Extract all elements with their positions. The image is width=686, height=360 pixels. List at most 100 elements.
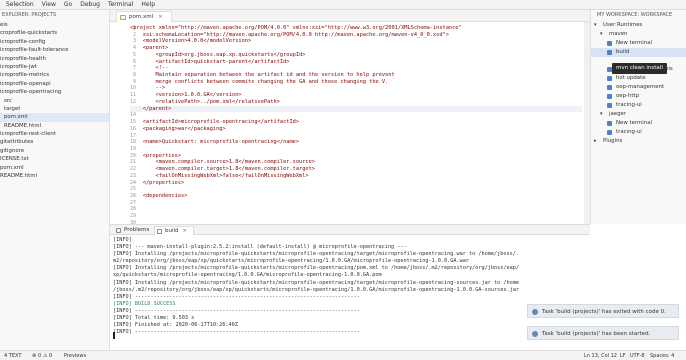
close-icon[interactable]: × — [158, 14, 163, 20]
workspace-item-label: tracing-ui — [616, 102, 642, 109]
indentation[interactable]: Spaces: 4 — [650, 353, 674, 359]
task-icon — [607, 76, 612, 82]
code-line[interactable]: <failOnMissingWebXml>false</failOnMissin… — [130, 173, 582, 180]
workspace-item[interactable]: hot update — [591, 74, 686, 83]
terminal-line: [INFO] Installing /projects/microprofile… — [113, 279, 520, 286]
notification-toast[interactable]: Task 'build (projects)' has been started… — [527, 326, 679, 340]
code-line[interactable] — [130, 112, 582, 119]
workspace-item[interactable]: New terminal — [591, 39, 686, 48]
error-icon[interactable]: ⊗ — [32, 353, 36, 359]
code-line[interactable] — [130, 213, 582, 220]
notification-toast[interactable]: Task 'build (projects)' has exited with … — [527, 304, 679, 318]
explorer-item[interactable]: icroprofile-rest-client — [0, 130, 109, 138]
explorer-item[interactable]: pom.xml — [0, 164, 109, 172]
problems-icon — [116, 228, 121, 233]
code-line[interactable] — [130, 186, 582, 193]
code-line[interactable]: --> — [130, 85, 582, 92]
explorer-item[interactable]: icroprofile-opentracing — [0, 88, 109, 96]
code-editor[interactable]: 1234567891011121314151617181920212223242… — [110, 22, 590, 224]
explorer-title: Explorer: Projects — [2, 12, 57, 18]
task-icon — [607, 85, 612, 91]
code-line[interactable]: <maven.compiler.target>1.8</maven.compil… — [130, 166, 582, 173]
workspace-item[interactable]: tracing-ui — [591, 101, 686, 110]
error-count[interactable]: 0 — [38, 353, 41, 359]
info-icon — [532, 309, 538, 315]
menu-view[interactable]: View — [42, 1, 56, 8]
close-icon[interactable]: × — [183, 228, 188, 234]
workspace-item-label: Plugins — [603, 137, 623, 144]
previews-button[interactable]: Previews — [64, 353, 86, 359]
encoding[interactable]: UTF-8 — [630, 353, 645, 359]
code-line[interactable]: <modelVersion>4.0.0</modelVersion> — [130, 38, 582, 45]
code-line[interactable]: <artifactId>microprofile-opentracing</ar… — [130, 119, 582, 126]
menu-terminal[interactable]: Terminal — [108, 1, 133, 8]
code-line[interactable] — [130, 133, 582, 140]
cursor-position[interactable]: Ln 13, Col 12 — [584, 353, 617, 359]
code-line[interactable]: merge conflicts between commits changing… — [130, 79, 582, 86]
menu-go[interactable]: Go — [64, 1, 72, 8]
explorer-item[interactable]: eis — [0, 21, 109, 29]
line-ending[interactable]: LF — [620, 353, 626, 359]
explorer-item[interactable]: README.html — [0, 172, 109, 180]
tab-problems[interactable]: Problems — [114, 226, 155, 235]
explorer-item[interactable]: gitignore — [0, 147, 109, 155]
explorer-item[interactable]: icroprofile-health — [0, 55, 109, 63]
explorer-item[interactable]: icroprofile-metrics — [0, 71, 109, 79]
status-left[interactable]: 4 TEXT — [4, 353, 21, 359]
code-line[interactable]: xsi:schemaLocation="http://maven.apache.… — [130, 32, 582, 39]
code-line[interactable]: <parent> — [130, 45, 582, 52]
menu-debug[interactable]: Debug — [80, 1, 100, 8]
explorer-item[interactable]: README.html — [0, 122, 109, 130]
code-line[interactable]: </parent> — [130, 105, 582, 113]
code-line[interactable]: <project xmlns="http://maven.apache.org/… — [130, 25, 582, 32]
code-line[interactable] — [130, 146, 582, 153]
code-line[interactable]: <relativePath>../pom.xml</relativePath> — [130, 99, 582, 106]
explorer-item[interactable]: ICENSE.txt — [0, 155, 109, 163]
toast-text: Task 'build (projects)' has exited with … — [542, 309, 666, 315]
explorer-item[interactable]: croprofile-quickstarts — [0, 29, 109, 37]
code-line[interactable]: <name>Quickstart: microprofile-opentraci… — [130, 139, 582, 146]
build-icon — [607, 49, 612, 55]
workspace-item-label: oep-management — [616, 84, 665, 91]
workspace-title: My Workspace: Workspace — [597, 12, 673, 18]
workspace-item[interactable]: oep-http — [591, 92, 686, 101]
code-line[interactable]: <artifactId>quickstart-parent</artifactI… — [130, 59, 582, 66]
explorer-item[interactable]: gitattributes — [0, 138, 109, 146]
code-line[interactable]: <packaging>war</packaging> — [130, 126, 582, 133]
code-line[interactable]: <version>1.0.0.GA</version> — [130, 92, 582, 99]
task-icon — [607, 103, 612, 109]
code-line[interactable]: <properties> — [130, 153, 582, 160]
explorer-item[interactable]: pom.xml — [0, 113, 109, 122]
code-line[interactable]: Maintain separation between the artifact… — [130, 72, 582, 79]
explorer-item[interactable]: icroprofile-openapi — [0, 80, 109, 88]
code-line[interactable]: <groupId>org.jboss.eap.xp.quickstarts</g… — [130, 52, 582, 59]
workspace-item[interactable]: build — [591, 47, 686, 57]
explorer-item[interactable]: src — [0, 97, 109, 105]
menu-selection[interactable]: Selection — [6, 1, 34, 8]
workspace-item[interactable]: oep-management — [591, 83, 686, 92]
terminal-line: /jboss/.m2/repository/org/jboss/eap/xp/q… — [113, 286, 520, 293]
workspace-item[interactable]: ▾ jaeger — [591, 110, 686, 119]
explorer-tree: eis croprofile-quickstarts icroprofile-con… — [0, 21, 109, 180]
workspace-item[interactable]: tracing-ui — [591, 128, 686, 137]
workspace-item[interactable]: ▸ Plugins — [591, 137, 686, 146]
code-line[interactable] — [130, 206, 582, 213]
code-line[interactable]: <dependencies> — [130, 193, 582, 200]
code-lines[interactable]: <project xmlns="http://maven.apache.org/… — [130, 25, 582, 224]
code-line[interactable]: </properties> — [130, 180, 582, 187]
workspace-item[interactable]: ▾ User Runtimes — [591, 21, 686, 30]
explorer-item[interactable]: icroprofile-config — [0, 38, 109, 46]
code-line[interactable]: <maven.compiler.source>1.8</maven.compil… — [130, 159, 582, 166]
code-line[interactable] — [130, 200, 582, 207]
workspace-item[interactable]: ▾ maven — [591, 30, 686, 39]
tab-pom-xml[interactable]: pom.xml × — [116, 11, 172, 22]
explorer-item[interactable]: icroprofile-jwt — [0, 63, 109, 71]
warning-icon[interactable]: ⚠ — [43, 353, 47, 359]
warning-count[interactable]: 0 — [49, 353, 52, 359]
tab-build[interactable]: build × — [154, 226, 195, 235]
explorer-item[interactable]: target — [0, 105, 109, 113]
code-line[interactable]: <!-- — [130, 65, 582, 72]
workspace-item[interactable]: New terminal — [591, 119, 686, 128]
menu-help[interactable]: Help — [141, 1, 155, 8]
explorer-item[interactable]: icroprofile-fault-tolerance — [0, 46, 109, 54]
